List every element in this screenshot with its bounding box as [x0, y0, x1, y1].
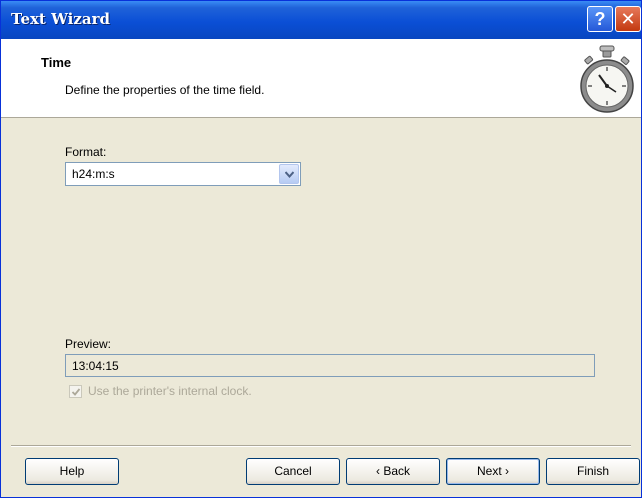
next-button[interactable]: Next › [446, 458, 540, 485]
format-label: Format: [65, 145, 107, 159]
preview-value: 13:04:15 [72, 359, 119, 373]
text-wizard-dialog: Text Wizard ? ✕ Time Define the properti… [0, 0, 642, 498]
window-title: Text Wizard [11, 10, 110, 28]
close-button[interactable]: ✕ [615, 6, 641, 32]
page-subtitle: Define the properties of the time field. [65, 83, 265, 97]
internal-clock-label: Use the printer's internal clock. [88, 384, 252, 398]
format-value: h24:m:s [72, 167, 115, 181]
footer-divider [11, 445, 631, 447]
internal-clock-checkbox[interactable] [69, 385, 82, 398]
cancel-button[interactable]: Cancel [246, 458, 340, 485]
format-dropdown[interactable]: h24:m:s [65, 162, 301, 186]
chevron-down-icon [285, 171, 294, 178]
wizard-header: Time Define the properties of the time f… [1, 39, 641, 118]
preview-label: Preview: [65, 337, 112, 351]
page-title: Time [41, 55, 72, 70]
dropdown-arrow-button[interactable] [279, 164, 299, 184]
back-button[interactable]: ‹ Back [346, 458, 440, 485]
finish-button[interactable]: Finish [546, 458, 640, 485]
stopwatch-icon [579, 44, 635, 114]
help-button[interactable]: Help [25, 458, 119, 485]
preview-field: 13:04:15 [65, 354, 595, 377]
checkmark-icon [71, 388, 81, 396]
title-help-button[interactable]: ? [587, 6, 613, 32]
title-bar[interactable]: Text Wizard ? ✕ [1, 1, 641, 39]
